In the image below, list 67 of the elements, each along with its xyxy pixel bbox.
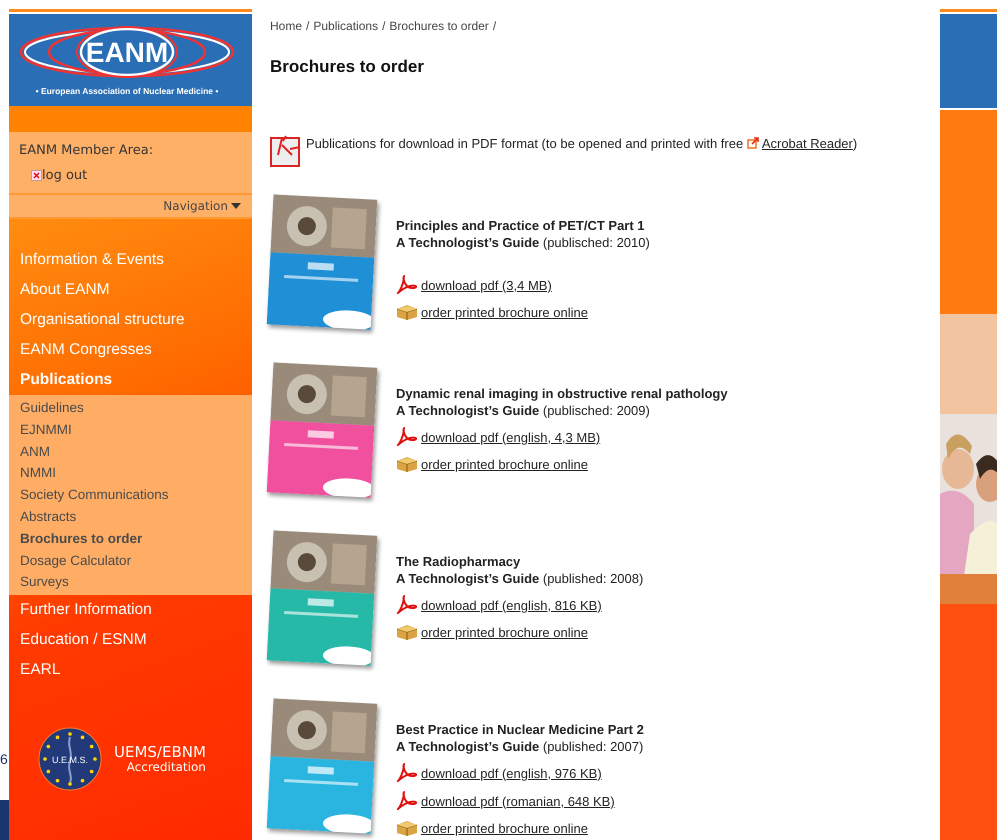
brochure-subtitle: A Technologist’s Guide (publisched: 2009) xyxy=(396,402,651,420)
external-link-icon xyxy=(746,137,759,150)
pdf-note-text: Publications for download in PDF format (to be opened and printed with free Acrobat Reader) xyxy=(306,135,858,154)
accreditation-title: UEMS/EBNM xyxy=(114,744,206,761)
breadcrumb-link[interactable]: Publications xyxy=(313,17,378,35)
breadcrumb-link[interactable]: Home xyxy=(270,17,302,35)
order-link[interactable]: order printed brochure online xyxy=(421,304,588,321)
nav-link[interactable]: About EANM xyxy=(9,275,252,305)
nav-link[interactable]: Publications xyxy=(9,365,252,395)
brochure-subtitle: A Technologist’s Guide (published: 2008) xyxy=(396,570,644,588)
broken-image-icon xyxy=(31,170,42,181)
logo-tagline: • European Association of Nuclear Medicine • xyxy=(36,86,218,96)
breadcrumb-link[interactable]: Brochures to order xyxy=(389,17,489,35)
download-link[interactable]: download pdf (english, 4,3 MB) xyxy=(421,428,600,446)
acrobat-link[interactable]: Acrobat Reader xyxy=(746,136,853,152)
accreditation-subtitle: Accreditation xyxy=(126,760,206,775)
download-link[interactable]: download pdf (english, 976 KB) xyxy=(421,764,602,782)
caret-icon[interactable] xyxy=(231,203,241,209)
subnav-link[interactable]: Dosage Calculator xyxy=(9,550,252,572)
subnav-link[interactable]: ANM xyxy=(9,440,252,462)
page-text-fragment: 6 xyxy=(0,752,8,766)
page-title: Brochures to order xyxy=(270,57,425,78)
pdf-icon xyxy=(396,427,418,448)
subnav-link[interactable]: NMMI xyxy=(9,462,252,484)
subnav-link[interactable]: Guidelines xyxy=(9,397,252,419)
subnav-link[interactable]: Surveys xyxy=(9,571,252,594)
pdf-icon xyxy=(396,791,418,812)
nav-link[interactable]: Information & Events xyxy=(9,245,252,275)
pdf-icon xyxy=(396,275,418,296)
download-link[interactable]: download pdf (romanian, 648 KB) xyxy=(421,792,615,810)
nav-link[interactable]: Education / ESNM xyxy=(9,625,252,656)
order-link[interactable]: order printed brochure online xyxy=(421,820,588,837)
subnav-link[interactable]: Abstracts xyxy=(9,506,252,528)
breadcrumb-separator: / xyxy=(306,18,310,35)
box-icon xyxy=(396,623,418,642)
emblem-text: U.E.M.S. xyxy=(52,755,88,766)
background-bar xyxy=(0,800,9,840)
order-link[interactable]: order printed brochure online xyxy=(421,456,588,473)
download-link[interactable]: download pdf (3,4 MB) xyxy=(421,276,552,294)
box-icon xyxy=(396,303,418,322)
brochure-subtitle: A Technologist’s Guide (published: 2007) xyxy=(396,738,644,756)
subnav-link[interactable]: Brochures to order xyxy=(9,528,252,550)
brochure-title: Best Practice in Nuclear Medicine Part 2 xyxy=(396,721,644,738)
order-link[interactable]: order printed brochure online xyxy=(421,624,588,641)
pdf-icon xyxy=(396,763,418,784)
box-icon xyxy=(396,819,418,838)
logout-link[interactable]: log out xyxy=(31,166,88,185)
nav-link[interactable]: EANM Congresses xyxy=(9,335,252,365)
pdf-icon xyxy=(396,595,418,616)
brochure-title: Principles and Practice of PET/CT Part 1 xyxy=(396,217,646,234)
breadcrumb-separator: / xyxy=(492,18,496,35)
subnav-link[interactable]: EJNMMI xyxy=(9,418,252,441)
nav-link[interactable]: Further Information xyxy=(9,595,252,626)
box-icon xyxy=(396,455,418,474)
brochure-title: Dynamic renal imaging in obstructive renal pathology xyxy=(396,385,728,402)
brochure-subtitle: A Technologist’s Guide (publisched: 2010) xyxy=(396,234,650,252)
download-link[interactable]: download pdf (english, 816 KB) xyxy=(421,596,602,614)
emblem-drawing xyxy=(38,728,102,791)
logo-text: EANM xyxy=(86,37,168,68)
pdf-document-icon xyxy=(270,135,302,168)
navigation-label[interactable]: Navigation xyxy=(163,197,228,215)
member-area-title: EANM Member Area: xyxy=(19,142,154,160)
nav-link[interactable]: Organisational structure xyxy=(9,305,252,335)
nav-link[interactable]: EARL xyxy=(9,655,252,686)
brochure-title: The Radiopharmacy xyxy=(396,553,522,570)
breadcrumb-separator: / xyxy=(382,18,386,35)
subnav-link[interactable]: Society Communications xyxy=(9,484,252,506)
